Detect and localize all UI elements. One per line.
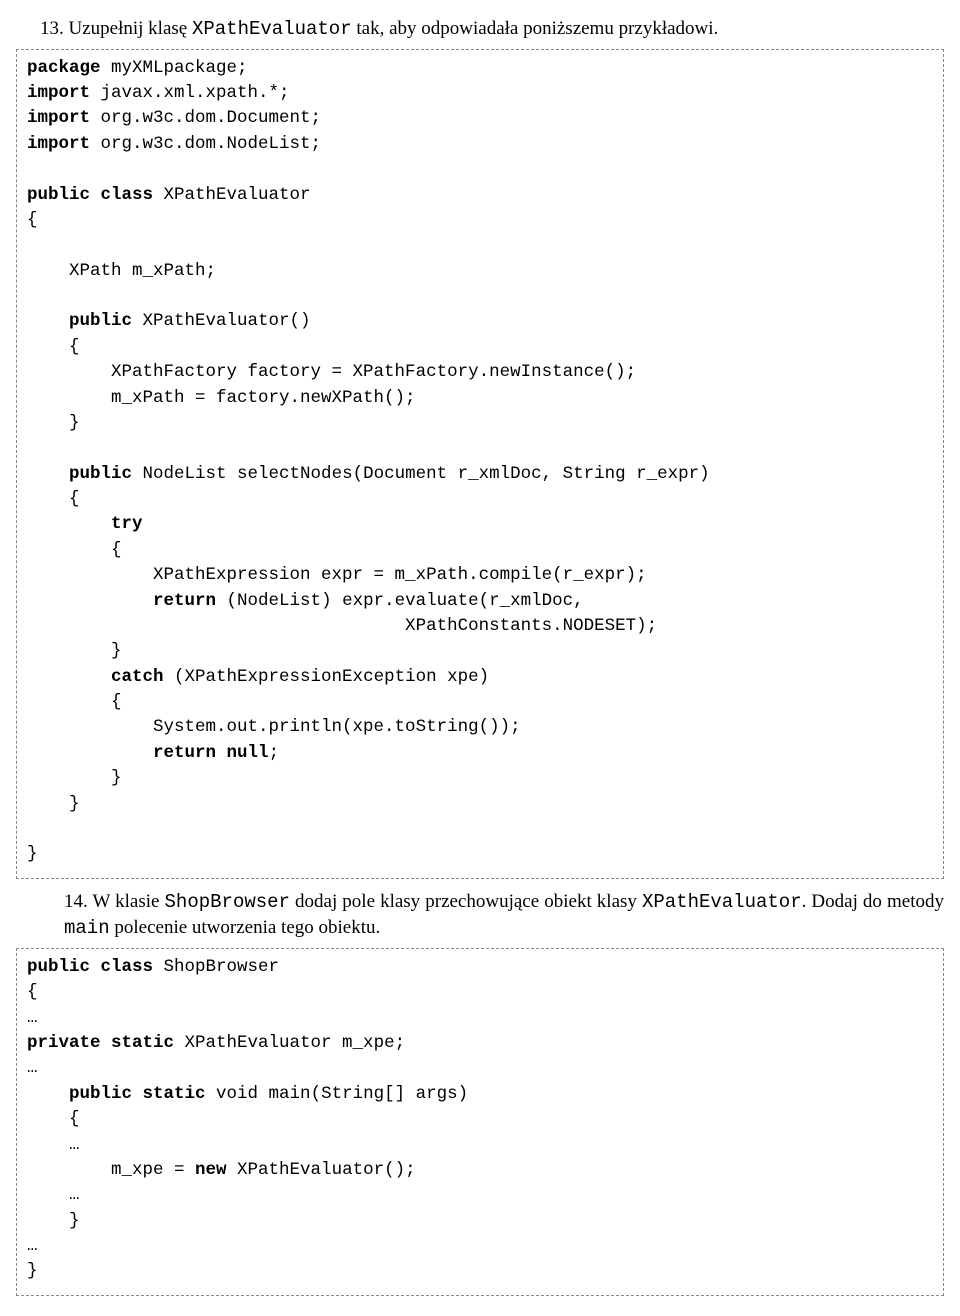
code-block-1: package myXMLpackage; import javax.xml.x… xyxy=(16,49,944,879)
section-14-code1: ShopBrowser xyxy=(165,891,290,913)
code-block-2-pre: public class ShopBrowser { … private sta… xyxy=(27,955,933,1285)
code-block-1-pre: package myXMLpackage; import javax.xml.x… xyxy=(27,56,933,868)
section-14-part1: W klasie xyxy=(92,891,164,912)
section-14-part4: polecenie utworzenia tego obiektu. xyxy=(110,917,381,938)
section-14-code3: main xyxy=(64,917,110,939)
section-14-code2: XPathEvaluator xyxy=(642,891,802,913)
code-block-2: public class ShopBrowser { … private sta… xyxy=(16,948,944,1296)
section-14-part2: dodaj pole klasy przechowujące obiekt kl… xyxy=(290,891,642,912)
section-13-classname: XPathEvaluator xyxy=(192,18,352,40)
section-13-text-after: tak, aby odpowiadała poniższemu przykład… xyxy=(352,18,719,39)
section-14-number: 14. xyxy=(64,891,88,912)
section-14-part3: . Dodaj do metody xyxy=(802,891,944,912)
section-13-number: 13. xyxy=(40,18,64,39)
section-13-text-before: Uzupełnij klasę xyxy=(69,18,192,39)
section-14-heading: 14. W klasie ShopBrowser dodaj pole klas… xyxy=(40,889,944,942)
section-13-heading: 13. Uzupełnij klasę XPathEvaluator tak, … xyxy=(40,16,944,43)
